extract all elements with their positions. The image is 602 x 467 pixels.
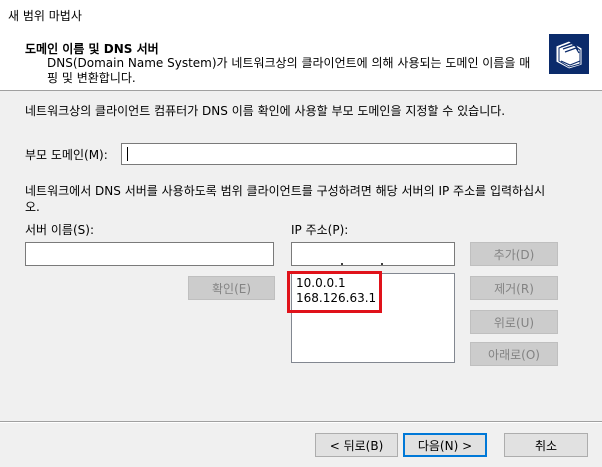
page-description: DNS(Domain Name System)가 네트워크상의 클라이언트에 의…: [47, 56, 531, 85]
page-title: 도메인 이름 및 DNS 서버: [25, 42, 159, 56]
add-button[interactable]: 추가(D): [470, 242, 558, 266]
intro-text: 네트워크상의 클라이언트 컴퓨터가 DNS 이름 확인에 사용할 부모 도메인을…: [25, 104, 506, 118]
move-up-button[interactable]: 위로(U): [470, 310, 558, 334]
server-name-input[interactable]: [25, 242, 274, 266]
remove-button[interactable]: 제거(R): [470, 276, 558, 300]
parent-domain-label: 부모 도메인(M):: [25, 148, 108, 162]
text-cursor: [127, 147, 128, 161]
move-down-button[interactable]: 아래로(O): [470, 342, 558, 366]
parent-domain-input[interactable]: [121, 143, 517, 165]
wizard-header: 도메인 이름 및 DNS 서버 DNS(Domain Name System)가…: [0, 30, 602, 91]
footer-separator: [0, 421, 602, 423]
title-bar: 새 범위 마법사: [0, 0, 602, 30]
dns-instruction-text: 네트워크에서 DNS 서버를 사용하도록 범위 클라이언트를 구성하려면 해당 …: [25, 184, 546, 214]
server-name-label: 서버 이름(S):: [25, 223, 94, 237]
ip-address-label: IP 주소(P):: [291, 223, 349, 237]
ip-address-input[interactable]: [291, 242, 455, 279]
ip-list-item[interactable]: 10.0.0.1: [296, 276, 450, 291]
ip-address-list[interactable]: 10.0.0.1 168.126.63.1: [291, 273, 455, 363]
folder-stack-icon: [549, 34, 589, 74]
ip-list-item[interactable]: 168.126.63.1: [296, 291, 450, 306]
cancel-button[interactable]: 취소: [504, 433, 588, 457]
back-button[interactable]: < 뒤로(B): [315, 433, 398, 457]
resolve-button[interactable]: 확인(E): [188, 276, 275, 300]
window-title: 새 범위 마법사: [8, 9, 82, 23]
next-button[interactable]: 다음(N) >: [403, 433, 487, 457]
